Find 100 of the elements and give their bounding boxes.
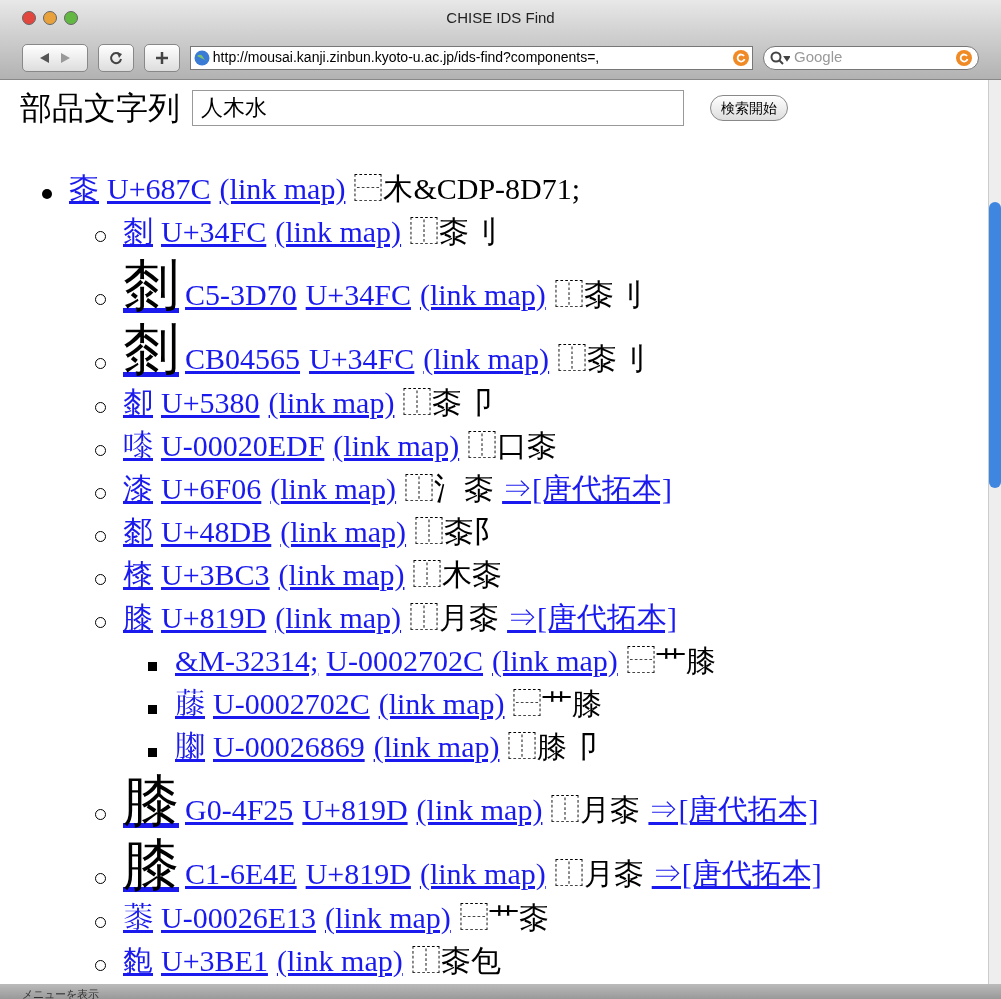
code-link[interactable]: C5-3D70 bbox=[185, 272, 297, 317]
character-link[interactable]: 䣛 bbox=[123, 509, 153, 554]
link-map-link[interactable]: (link map) bbox=[270, 466, 397, 511]
code-link[interactable]: U-00020EDF bbox=[161, 423, 325, 468]
scrollbar-thumb[interactable] bbox=[989, 202, 1001, 488]
window-control-icon[interactable] bbox=[64, 11, 78, 25]
link-map-link[interactable]: (link map) bbox=[278, 552, 405, 597]
character-link[interactable]: 膝 bbox=[123, 773, 179, 829]
code-link[interactable]: U+34FC bbox=[305, 272, 411, 317]
ids-sequence: ⿰木桼 bbox=[412, 557, 503, 593]
link-map-link[interactable]: (link map) bbox=[325, 895, 451, 940]
status-text: メニューを表示 bbox=[22, 989, 99, 999]
code-link[interactable]: U-0002702C bbox=[213, 681, 370, 726]
search-icon bbox=[770, 50, 790, 65]
code-link[interactable]: U+819D bbox=[305, 851, 411, 896]
character-link[interactable]: 㯡 bbox=[123, 938, 153, 983]
rubbing-link[interactable]: ⇒[唐代拓本] bbox=[502, 466, 673, 511]
window-title: CHISE IDS Find bbox=[446, 7, 556, 28]
character-link[interactable]: 厀 bbox=[123, 380, 153, 425]
address-field[interactable]: http://mousai.kanji.zinbun.kyoto-u.ac.jp/ids-find?components=, bbox=[189, 45, 753, 70]
components-label: 部品文字列 bbox=[20, 89, 180, 128]
back-icon bbox=[39, 52, 50, 63]
rubbing-link[interactable]: ⇒[唐代拓本] bbox=[648, 787, 819, 832]
reload-button[interactable] bbox=[97, 43, 134, 72]
forward-icon bbox=[59, 52, 70, 63]
reload-icon bbox=[956, 49, 972, 66]
ids-sequence: ⿰氵桼 bbox=[404, 471, 495, 507]
code-link[interactable]: U+34FC bbox=[161, 209, 267, 254]
ids-sequence: ⿱艹桼 bbox=[458, 900, 549, 936]
scrollbar[interactable] bbox=[988, 80, 1001, 984]
components-input[interactable]: 人木水 bbox=[192, 90, 684, 126]
link-map-link[interactable]: (link map) bbox=[416, 787, 543, 832]
character-link[interactable]: 桼 bbox=[69, 166, 99, 211]
link-map-link[interactable]: (link map) bbox=[419, 851, 546, 896]
reload-icon bbox=[108, 50, 123, 65]
character-link[interactable]: 㓼 bbox=[123, 258, 179, 314]
ids-sequence: ⿰口桼 bbox=[467, 428, 558, 464]
window-control-icon[interactable] bbox=[22, 11, 36, 25]
rubbing-link[interactable]: ⇒[唐代拓本] bbox=[651, 851, 822, 896]
search-button[interactable]: 検索開始 bbox=[710, 95, 788, 121]
character-link[interactable]: 㯃 bbox=[123, 552, 153, 597]
character-link[interactable]: 膝 bbox=[123, 595, 153, 640]
bullet-icon bbox=[148, 705, 157, 714]
character-link[interactable]: 膝 bbox=[123, 837, 179, 893]
link-map-link[interactable]: (link map) bbox=[423, 336, 550, 381]
code-link[interactable]: U-00026869 bbox=[213, 724, 365, 769]
link-map-link[interactable]: (link map) bbox=[333, 423, 460, 468]
character-link[interactable]: 𦸓 bbox=[123, 895, 153, 940]
ids-sequence: ⿰桼阝 bbox=[414, 514, 505, 550]
add-bookmark-button[interactable] bbox=[143, 43, 180, 72]
ids-sequence: ⿰月桼 bbox=[550, 792, 641, 828]
ids-sequence: ⿰桼刂 bbox=[553, 277, 644, 313]
search-input[interactable]: Google bbox=[794, 46, 952, 69]
ids-sequence: ⿰桼卩 bbox=[402, 385, 493, 421]
code-link[interactable]: U+6F06 bbox=[161, 466, 262, 511]
link-map-link[interactable]: (link map) bbox=[275, 595, 402, 640]
code-link[interactable]: U-0002702C bbox=[326, 638, 483, 683]
character-link[interactable]: 𦡩 bbox=[175, 724, 205, 769]
ids-sequence: ⿰膝卩 bbox=[507, 729, 598, 765]
globe-icon bbox=[193, 49, 210, 66]
link-map-link[interactable]: (link map) bbox=[268, 380, 395, 425]
link-map-link[interactable]: (link map) bbox=[378, 681, 505, 726]
search-field[interactable]: Google bbox=[763, 45, 979, 70]
window-control-icon[interactable] bbox=[43, 11, 57, 25]
code-link[interactable]: U+34FC bbox=[309, 336, 415, 381]
character-link[interactable]: 𧀬 bbox=[175, 681, 205, 726]
ids-sequence: ⿰月桼 bbox=[553, 856, 644, 892]
code-link[interactable]: U+48DB bbox=[161, 509, 272, 554]
character-link[interactable]: 漆 bbox=[123, 466, 153, 511]
link-map-link[interactable]: (link map) bbox=[219, 166, 346, 211]
code-link[interactable]: U+819D bbox=[161, 595, 267, 640]
bullet-icon bbox=[42, 189, 52, 199]
ids-sequence: ⿰桼刂 bbox=[557, 341, 648, 377]
code-link[interactable]: U-00026E13 bbox=[161, 895, 316, 940]
link-map-link[interactable]: (link map) bbox=[275, 209, 402, 254]
rubbing-link[interactable]: ⇒[唐代拓本] bbox=[507, 595, 678, 640]
link-map-link[interactable]: (link map) bbox=[492, 638, 618, 683]
code-link[interactable]: U+3BC3 bbox=[161, 552, 270, 597]
code-link[interactable]: G0-4F25 bbox=[185, 787, 294, 832]
ids-sequence: ⿱艹膝 bbox=[512, 686, 603, 722]
code-link[interactable]: U+687C bbox=[107, 166, 211, 211]
code-link[interactable]: C1-6E4E bbox=[185, 851, 297, 896]
character-link[interactable]: &M-32314; bbox=[175, 638, 319, 683]
url-text: http://mousai.kanji.zinbun.kyoto-u.ac.jp/ids-find?components=, bbox=[212, 48, 601, 67]
code-link[interactable]: CB04565 bbox=[185, 336, 301, 381]
code-link[interactable]: U+5380 bbox=[161, 380, 260, 425]
code-link[interactable]: U+819D bbox=[302, 787, 408, 832]
link-map-link[interactable]: (link map) bbox=[419, 272, 546, 317]
code-link[interactable]: U+3BE1 bbox=[161, 938, 268, 983]
character-link[interactable]: 㓼 bbox=[123, 322, 179, 378]
bullet-icon bbox=[148, 748, 157, 757]
link-map-link[interactable]: (link map) bbox=[280, 509, 407, 554]
character-link[interactable]: 𠻟 bbox=[123, 423, 153, 468]
link-map-link[interactable]: (link map) bbox=[276, 938, 403, 983]
back-forward-button[interactable] bbox=[22, 43, 88, 72]
ids-sequence: ⿱木&CDP-8D71; bbox=[353, 171, 581, 207]
character-link[interactable]: 㓼 bbox=[123, 209, 153, 254]
bullet-icon bbox=[148, 662, 157, 671]
link-map-link[interactable]: (link map) bbox=[373, 724, 500, 769]
ids-sequence: ⿰桼刂 bbox=[409, 214, 500, 250]
